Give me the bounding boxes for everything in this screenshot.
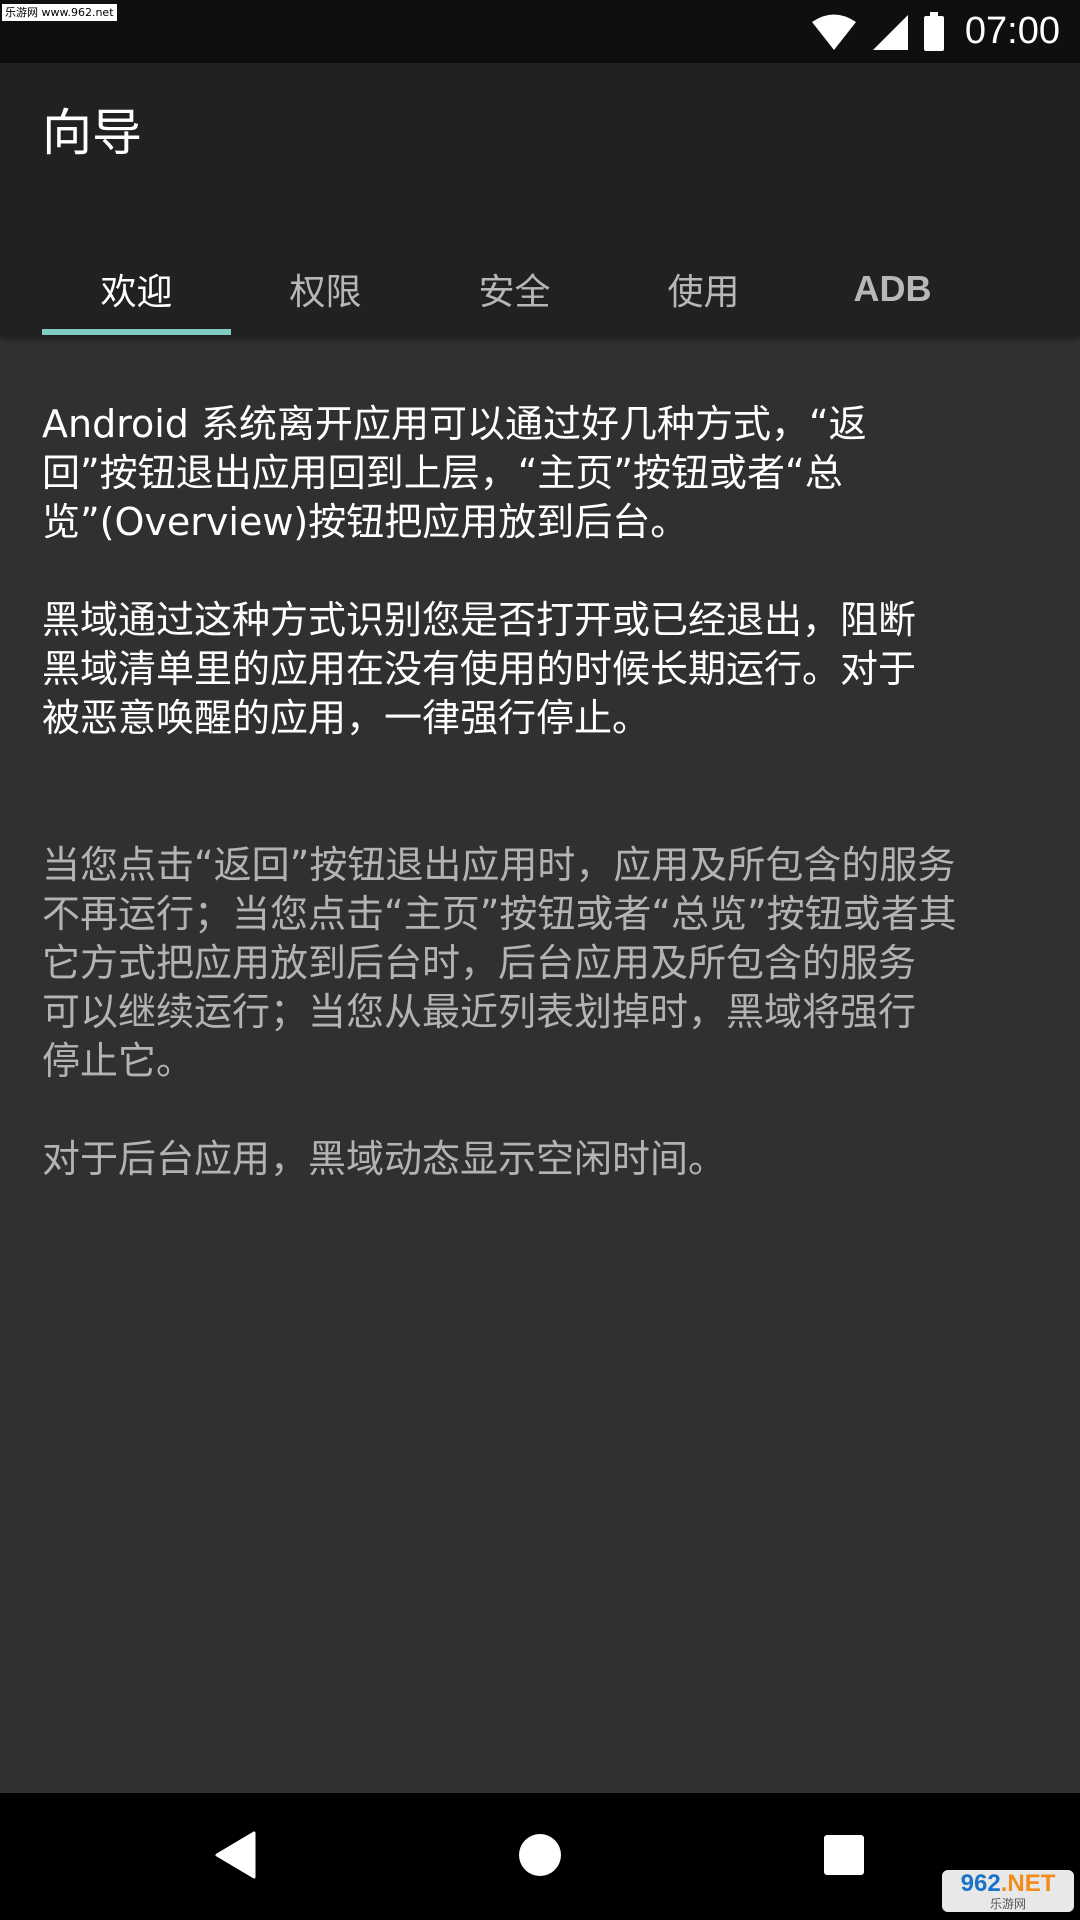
- recents-icon: [823, 1834, 865, 1880]
- watermark-logo-sub: 乐游网: [989, 1897, 1026, 1911]
- tab-welcome[interactable]: 欢迎: [42, 243, 231, 335]
- behavior-paragraph: 当您点击“返回”按钮退出应用时，应用及所包含的服务 不再运行；当您点击“主页”按…: [42, 843, 957, 1083]
- tab-adb[interactable]: ADB: [798, 243, 987, 335]
- status-bar: 乐游网 www.962.net 07:00: [0, 0, 1080, 63]
- status-icons: 07:00: [811, 0, 1060, 63]
- watermark-logo-main: 962: [960, 1870, 1001, 1897]
- tab-security[interactable]: 安全: [420, 243, 609, 335]
- app-toolbar: 向导 欢迎 权限 安全 使用 ADB: [0, 63, 1080, 335]
- watermark-logo: 962.NET 乐游网: [942, 1870, 1074, 1912]
- recents-button[interactable]: [784, 1793, 904, 1920]
- watermark-logo-suffix: .NET: [1000, 1870, 1056, 1897]
- tab-label: 使用: [667, 272, 740, 313]
- tab-usage[interactable]: 使用: [609, 243, 798, 335]
- signal-icon: [871, 13, 909, 51]
- tab-label: ADB: [853, 268, 932, 309]
- tab-indicator: [42, 329, 231, 335]
- wifi-icon: [811, 13, 857, 51]
- battery-icon: [923, 11, 945, 52]
- watermark-label: 乐游网 www.962.net: [2, 4, 117, 21]
- idle-time-paragraph: 对于后台应用，黑域动态显示空闲时间。: [42, 1137, 727, 1181]
- page-title: 向导: [42, 104, 142, 162]
- tab-label: 安全: [478, 272, 551, 313]
- welcome-content: Android 系统离开应用可以通过好几种方式，“返 回”按钮退出应用回到上层，…: [42, 400, 1042, 1184]
- status-time: 07:00: [964, 10, 1060, 52]
- back-icon: [214, 1831, 258, 1883]
- tab-label: 欢迎: [100, 272, 173, 313]
- back-button[interactable]: [176, 1793, 296, 1920]
- intro-paragraph: Android 系统离开应用可以通过好几种方式，“返 回”按钮退出应用回到上层，…: [42, 402, 867, 544]
- tab-label: 权限: [289, 272, 362, 313]
- tab-permissions[interactable]: 权限: [231, 243, 420, 335]
- home-icon: [518, 1833, 562, 1881]
- home-button[interactable]: [480, 1793, 600, 1920]
- blocking-paragraph: 黑域通过这种方式识别您是否打开或已经退出，阻断 黑域清单里的应用在没有使用的时候…: [42, 598, 917, 740]
- tab-bar: 欢迎 权限 安全 使用 ADB: [42, 243, 987, 335]
- navigation-bar: 962.NET 乐游网: [0, 1793, 1080, 1920]
